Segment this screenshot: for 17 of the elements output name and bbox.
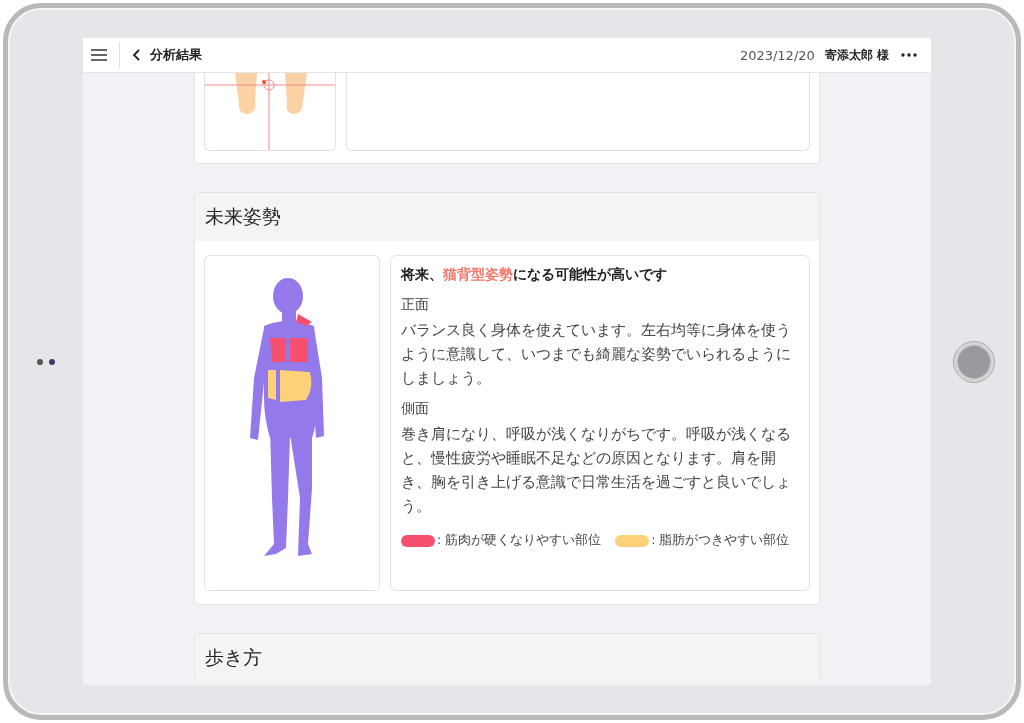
legend-label: : 脂肪がつきやすい部位 <box>651 532 790 549</box>
camera-icon <box>48 358 55 365</box>
summary-text: 将来、猫背型姿勢になる可能性が高いです <box>401 266 668 284</box>
view-description: バランス良く身体を使えています。左右均等に身体を使うように意識して、いつまでも綺麗な姿勢でいられるようにしましょう。 <box>401 321 792 388</box>
date-text: 2023/12/20 <box>739 47 815 63</box>
view-label: 正面 <box>401 296 430 314</box>
more-button[interactable] <box>901 53 917 57</box>
legend-label: : 筋肉が硬くなりやすい部位 <box>437 532 602 549</box>
section-heading: 歩き方 <box>195 634 819 682</box>
section-heading: 未来姿勢 <box>195 193 819 241</box>
view-description: 巻き肩になり、呼吸が浅くなりがちです。呼吸が浅くなると、慢性疲労や睡眠不足などの原因となります。肩を開き、胸を引き上げる意識で日常生活を過ごすと良いでしょう。 <box>401 425 792 516</box>
page-title: 分析結果 <box>150 46 202 64</box>
back-button[interactable] <box>132 49 142 61</box>
view-label: 側面 <box>401 400 430 418</box>
sensor-icon <box>36 358 43 365</box>
user-name: 寄添太郎 様 <box>824 46 889 64</box>
menu-button[interactable] <box>91 49 107 61</box>
